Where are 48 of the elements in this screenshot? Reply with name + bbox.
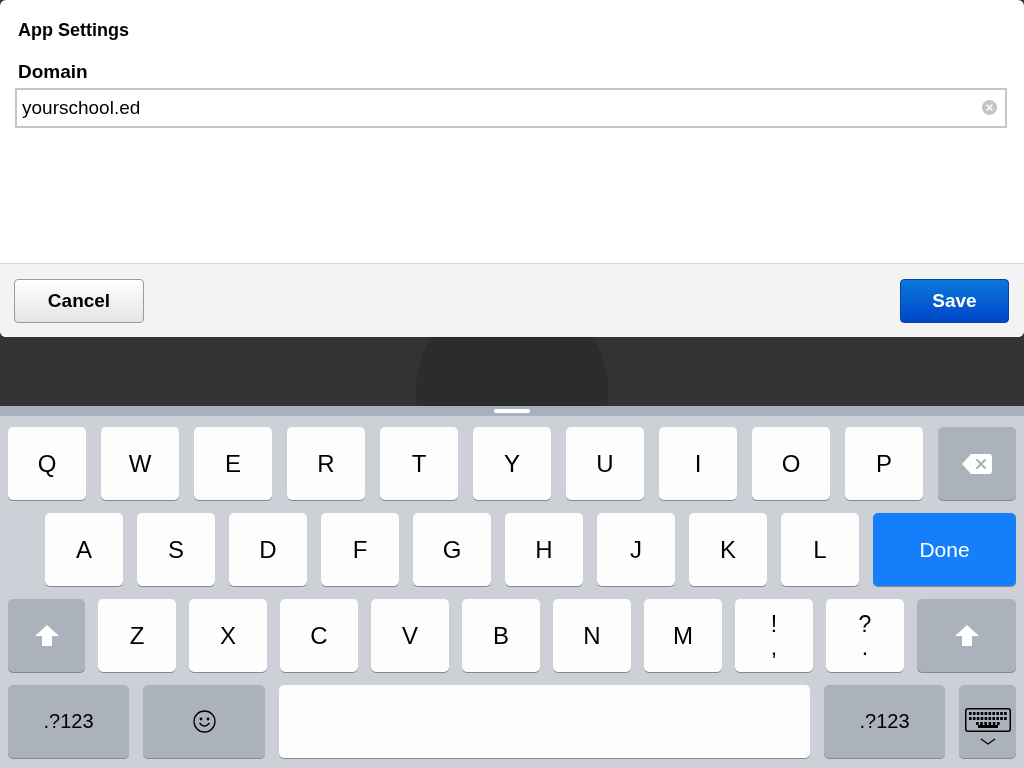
letter-key[interactable]: A xyxy=(45,513,123,586)
keyboard-icon xyxy=(964,707,1011,746)
shift-arrow-icon xyxy=(954,625,979,646)
letter-key[interactable]: I xyxy=(659,427,737,500)
letter-key[interactable]: H xyxy=(505,513,583,586)
letter-key[interactable]: K xyxy=(689,513,767,586)
letter-key[interactable]: Q xyxy=(8,427,86,500)
shift-key[interactable] xyxy=(8,599,85,672)
letter-key[interactable]: S xyxy=(137,513,215,586)
letter-key[interactable]: C xyxy=(280,599,358,672)
letter-key[interactable]: P xyxy=(845,427,923,500)
numbers-key[interactable]: .?123 xyxy=(8,685,129,758)
letter-key[interactable]: U xyxy=(566,427,644,500)
done-key[interactable]: Done xyxy=(873,513,1016,586)
save-button[interactable]: Save xyxy=(900,278,1009,323)
field-label: Domain xyxy=(18,60,88,84)
clear-icon[interactable] xyxy=(982,100,997,115)
emoji-key[interactable] xyxy=(143,685,265,758)
letter-key[interactable]: T xyxy=(380,427,458,500)
letter-key[interactable]: Y xyxy=(473,427,551,500)
letter-key[interactable]: W xyxy=(101,427,179,500)
backspace-key[interactable] xyxy=(938,427,1016,500)
letter-key[interactable]: Z xyxy=(98,599,176,672)
letter-key[interactable]: R xyxy=(287,427,365,500)
letter-key[interactable]: V xyxy=(371,599,449,672)
letter-key[interactable]: O xyxy=(752,427,830,500)
dialog-title: App Settings xyxy=(18,19,129,42)
smiley-icon xyxy=(192,710,216,733)
letter-key[interactable]: J xyxy=(597,513,675,586)
punctuation-key[interactable]: ? . xyxy=(826,599,904,672)
letter-key[interactable]: N xyxy=(553,599,631,672)
letter-key[interactable]: D xyxy=(229,513,307,586)
domain-input[interactable]: yourschool.ed xyxy=(15,88,1007,128)
punctuation-key[interactable]: ! , xyxy=(735,599,813,672)
backspace-icon xyxy=(962,453,992,474)
shift-arrow-icon xyxy=(34,625,59,646)
numbers-key[interactable]: .?123 xyxy=(824,685,945,758)
letter-key[interactable]: E xyxy=(194,427,272,500)
cancel-button[interactable]: Cancel xyxy=(14,278,144,323)
letter-key[interactable]: B xyxy=(462,599,540,672)
letter-key[interactable]: X xyxy=(189,599,267,672)
hide-keyboard-key[interactable] xyxy=(959,685,1016,758)
shift-key[interactable] xyxy=(917,599,1016,672)
grabber-icon xyxy=(494,409,530,413)
letter-key[interactable]: G xyxy=(413,513,491,586)
letter-key[interactable]: M xyxy=(644,599,722,672)
letter-key[interactable]: F xyxy=(321,513,399,586)
letter-key[interactable]: L xyxy=(781,513,859,586)
